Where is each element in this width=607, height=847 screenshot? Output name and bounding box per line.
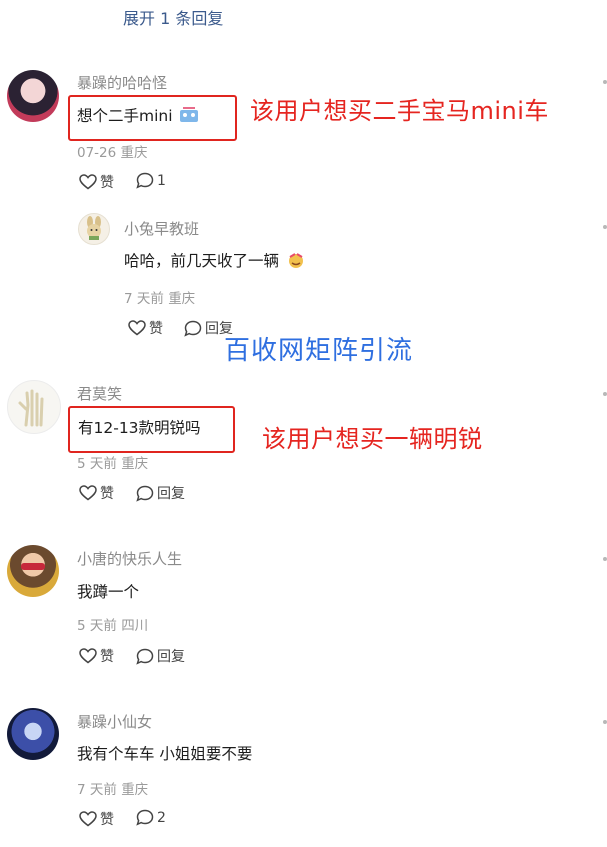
reply-username[interactable]: 小兔早教班 — [124, 218, 199, 239]
reply-label: 回复 — [157, 649, 185, 665]
comment-icon — [184, 320, 202, 337]
reply-button[interactable]: 2 — [136, 809, 166, 826]
more-dots-icon[interactable] — [603, 720, 607, 724]
comment-location: 重庆 — [121, 456, 149, 472]
like-button[interactable]: 赞 — [79, 809, 114, 829]
comment-text: 我有个车车 小姐姐要不要 — [77, 745, 253, 763]
comment-location: 四川 — [121, 618, 149, 634]
like-button[interactable]: 赞 — [79, 646, 114, 666]
reply-button[interactable]: 回复 — [136, 646, 185, 666]
like-label: 赞 — [100, 175, 114, 191]
comment-meta: 5 天前 重庆 — [77, 452, 148, 472]
comment-username[interactable]: 小唐的快乐人生 — [77, 548, 182, 569]
comment-username[interactable]: 暴躁的哈哈怪 — [77, 72, 167, 93]
comment-username[interactable]: 暴躁小仙女 — [77, 711, 152, 732]
reply-count: 1 — [157, 172, 166, 189]
heart-icon — [79, 485, 97, 501]
comment-icon — [136, 172, 154, 189]
more-dots-icon[interactable] — [603, 392, 607, 396]
like-button[interactable]: 赞 — [79, 172, 114, 192]
avatar[interactable] — [7, 545, 59, 597]
comment-text: 我蹲一个 — [77, 583, 140, 601]
comment-date: 5 天前 — [77, 618, 117, 634]
reply-text: 哈哈，前几天收了一辆 — [124, 249, 306, 273]
reply-button[interactable]: 1 — [136, 172, 166, 189]
more-dots-icon[interactable] — [603, 225, 607, 229]
emoji-icon — [286, 251, 306, 273]
annotation-text: 该用户想买二手宝马mini车 — [250, 97, 549, 125]
comment-icon — [136, 809, 154, 826]
like-label: 赞 — [100, 812, 114, 828]
reply-date: 7 天前 — [124, 291, 164, 307]
comment-date: 07-26 — [77, 145, 117, 161]
heart-icon — [128, 320, 146, 336]
like-button[interactable]: 赞 — [128, 318, 163, 338]
like-button[interactable]: 赞 — [79, 483, 114, 503]
heart-icon — [79, 648, 97, 664]
more-dots-icon[interactable] — [603, 557, 607, 561]
like-label: 赞 — [149, 321, 163, 337]
annotation-text: 该用户想买一辆明锐 — [262, 425, 483, 453]
like-label: 赞 — [100, 649, 114, 665]
heart-icon — [79, 174, 97, 190]
avatar[interactable] — [7, 708, 59, 760]
avatar[interactable] — [7, 380, 61, 434]
comment-meta: 5 天前 四川 — [77, 614, 148, 634]
comment-location: 重庆 — [121, 782, 149, 798]
reply-count: 2 — [157, 809, 166, 826]
comment-icon — [136, 485, 154, 502]
reply-meta: 7 天前 重庆 — [124, 287, 195, 307]
avatar[interactable] — [78, 213, 110, 245]
heart-icon — [79, 811, 97, 827]
highlight-box — [68, 95, 237, 141]
reply-button[interactable]: 回复 — [136, 483, 185, 503]
like-label: 赞 — [100, 486, 114, 502]
reply-label: 回复 — [157, 486, 185, 502]
expand-replies-link[interactable]: 展开 1 条回复 — [123, 5, 223, 29]
highlight-box — [68, 406, 235, 453]
comment-date: 7 天前 — [77, 782, 117, 798]
comment-location: 重庆 — [120, 145, 148, 161]
comment-username[interactable]: 君莫笑 — [77, 383, 122, 404]
comment-meta: 7 天前 重庆 — [77, 778, 148, 798]
comment-icon — [136, 648, 154, 665]
watermark-text: 百收网矩阵引流 — [224, 336, 414, 366]
reply-location: 重庆 — [168, 291, 196, 307]
avatar[interactable] — [7, 70, 59, 122]
comment-meta: 07-26 重庆 — [77, 141, 148, 161]
comment-date: 5 天前 — [77, 456, 117, 472]
more-dots-icon[interactable] — [603, 80, 607, 84]
reply-text-content: 哈哈，前几天收了一辆 — [124, 252, 280, 270]
